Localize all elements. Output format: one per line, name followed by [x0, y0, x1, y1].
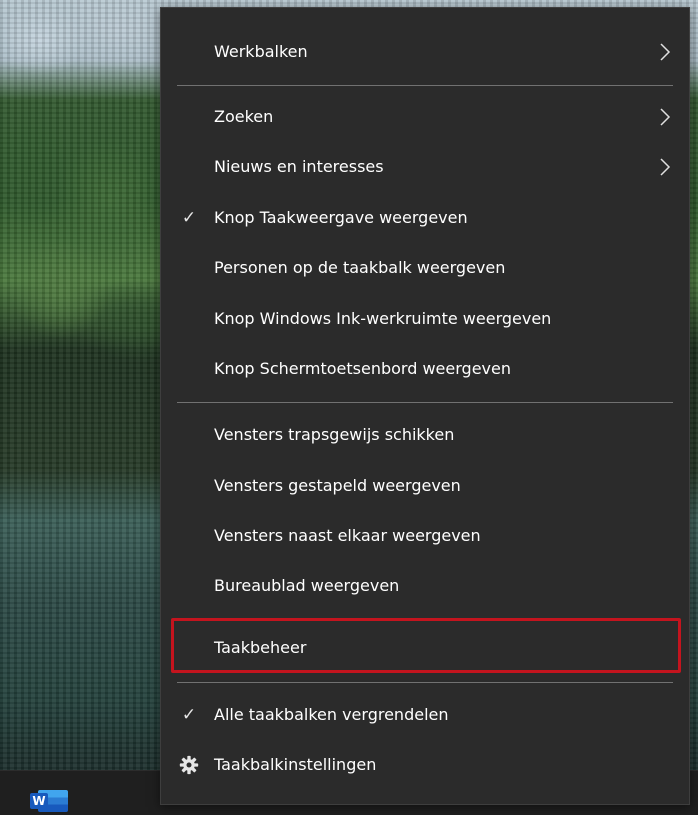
menu-item-label: Knop Schermtoetsenbord weergeven	[214, 359, 511, 378]
menu-item-knop-taakweergave[interactable]: ✓ Knop Taakweergave weergeven	[161, 196, 689, 240]
menu-item-schermtoetsenbord[interactable]: Knop Schermtoetsenbord weergeven	[161, 347, 689, 391]
menu-item-personen-op-taakbalk[interactable]: Personen op de taakbalk weergeven	[161, 246, 689, 290]
menu-item-label: Bureaublad weergeven	[214, 576, 400, 595]
menu-item-vensters-gestapeld[interactable]: Vensters gestapeld weergeven	[161, 464, 689, 508]
chevron-right-icon	[660, 43, 671, 61]
menu-separator	[177, 402, 673, 403]
checkmark-icon: ✓	[181, 705, 197, 725]
menu-item-label: Zoeken	[214, 107, 274, 126]
menu-item-label: Knop Windows Ink-werkruimte weergeven	[214, 309, 552, 328]
chevron-right-icon	[660, 158, 671, 176]
menu-item-vensters-trapsgewijs[interactable]: Vensters trapsgewijs schikken	[161, 413, 689, 457]
menu-item-taakbalken-vergrendelen[interactable]: ✓ Alle taakbalken vergrendelen	[161, 693, 689, 737]
menu-item-windows-ink-werkruimte[interactable]: Knop Windows Ink-werkruimte weergeven	[161, 297, 689, 341]
menu-item-nieuws-en-interesses[interactable]: Nieuws en interesses	[161, 145, 689, 189]
checkmark-icon: ✓	[181, 208, 197, 228]
highlight-box	[171, 618, 681, 673]
word-icon-badge: W	[30, 793, 48, 809]
taskbar-context-menu: Werkbalken Zoeken Nieuws en interesses ✓…	[160, 7, 690, 805]
menu-item-werkbalken[interactable]: Werkbalken	[161, 30, 689, 74]
menu-item-vensters-naast-elkaar[interactable]: Vensters naast elkaar weergeven	[161, 514, 689, 558]
menu-item-label: Alle taakbalken vergrendelen	[214, 705, 449, 724]
menu-item-taakbalkinstellingen[interactable]: Taakbalkinstellingen	[161, 743, 689, 787]
menu-item-label: Taakbalkinstellingen	[214, 755, 377, 774]
menu-item-label: Personen op de taakbalk weergeven	[214, 258, 506, 277]
menu-item-label: Knop Taakweergave weergeven	[214, 208, 468, 227]
menu-item-bureaublad-weergeven[interactable]: Bureaublad weergeven	[161, 564, 689, 608]
menu-item-label: Vensters gestapeld weergeven	[214, 476, 461, 495]
menu-item-label: Vensters trapsgewijs schikken	[214, 425, 455, 444]
chevron-right-icon	[660, 108, 671, 126]
word-icon[interactable]: W	[30, 790, 68, 812]
menu-item-zoeken[interactable]: Zoeken	[161, 95, 689, 139]
menu-item-label: Nieuws en interesses	[214, 157, 384, 176]
menu-separator	[177, 682, 673, 683]
gear-icon	[179, 755, 199, 775]
menu-separator	[177, 85, 673, 86]
menu-item-label: Vensters naast elkaar weergeven	[214, 526, 481, 545]
menu-item-label: Werkbalken	[214, 42, 308, 61]
